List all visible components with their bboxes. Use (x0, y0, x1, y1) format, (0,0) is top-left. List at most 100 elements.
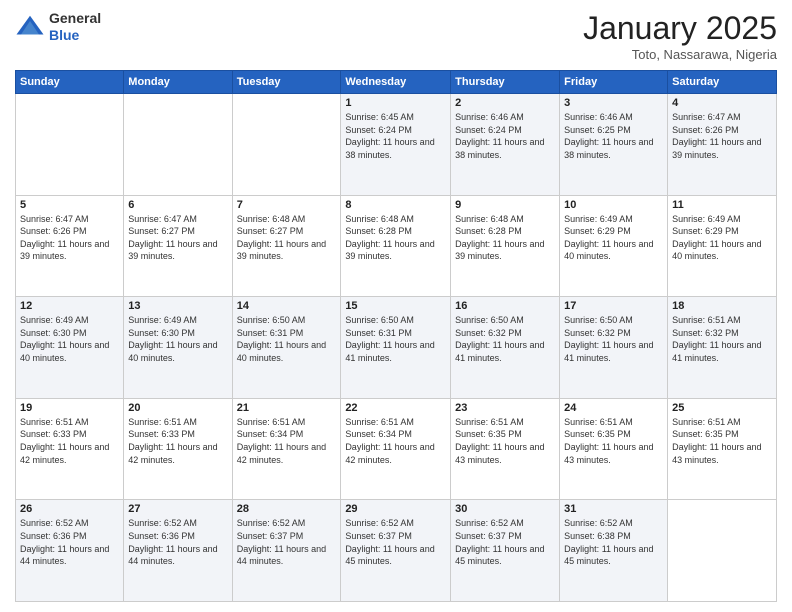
day-info: Sunrise: 6:50 AM Sunset: 6:32 PM Dayligh… (564, 314, 663, 364)
calendar-cell: 25 Sunrise: 6:51 AM Sunset: 6:35 PM Dayli… (668, 398, 777, 500)
logo-text: General Blue (49, 10, 101, 44)
day-number: 18 (672, 300, 772, 312)
calendar-cell: 28 Sunrise: 6:52 AM Sunset: 6:37 PM Dayli… (232, 500, 341, 602)
calendar-week-row: 12 Sunrise: 6:49 AM Sunset: 6:30 PM Dayli… (16, 297, 777, 399)
calendar-cell: 14 Sunrise: 6:50 AM Sunset: 6:31 PM Dayli… (232, 297, 341, 399)
calendar-cell: 11Sunrise: 6:49 AM Sunset: 6:29 PM Dayli… (668, 195, 777, 297)
calendar-cell: 2 Sunrise: 6:46 AM Sunset: 6:24 PM Daylig… (451, 94, 560, 196)
day-info: Sunrise: 6:49 AM Sunset: 6:29 PM Dayligh… (672, 213, 772, 263)
calendar-cell: 5 Sunrise: 6:47 AM Sunset: 6:26 PM Daylig… (16, 195, 124, 297)
day-number: 1 (345, 97, 446, 109)
header: General Blue January 2025 Toto, Nassaraw… (15, 10, 777, 62)
col-header-tuesday: Tuesday (232, 71, 341, 94)
day-info: Sunrise: 6:48 AM Sunset: 6:28 PM Dayligh… (345, 213, 446, 263)
day-number: 27 (128, 503, 227, 515)
calendar-cell: 18 Sunrise: 6:51 AM Sunset: 6:32 PM Dayli… (668, 297, 777, 399)
col-header-wednesday: Wednesday (341, 71, 451, 94)
day-number: 14 (237, 300, 337, 312)
calendar-cell: 29Sunrise: 6:52 AM Sunset: 6:37 PM Dayli… (341, 500, 451, 602)
calendar-cell: 23Sunrise: 6:51 AM Sunset: 6:35 PM Dayli… (451, 398, 560, 500)
day-info: Sunrise: 6:48 AM Sunset: 6:27 PM Dayligh… (237, 213, 337, 263)
day-info: Sunrise: 6:50 AM Sunset: 6:31 PM Dayligh… (345, 314, 446, 364)
logo-icon (15, 12, 45, 42)
title-block: January 2025 Toto, Nassarawa, Nigeria (583, 10, 777, 62)
day-number: 13 (128, 300, 227, 312)
calendar-cell: 6 Sunrise: 6:47 AM Sunset: 6:27 PM Daylig… (124, 195, 232, 297)
day-info: Sunrise: 6:51 AM Sunset: 6:34 PM Dayligh… (237, 416, 337, 466)
day-info: Sunrise: 6:49 AM Sunset: 6:29 PM Dayligh… (564, 213, 663, 263)
day-info: Sunrise: 6:45 AM Sunset: 6:24 PM Dayligh… (345, 111, 446, 161)
calendar-cell: 3Sunrise: 6:46 AM Sunset: 6:25 PM Daylig… (560, 94, 668, 196)
day-info: Sunrise: 6:49 AM Sunset: 6:30 PM Dayligh… (128, 314, 227, 364)
calendar-cell: 24 Sunrise: 6:51 AM Sunset: 6:35 PM Dayli… (560, 398, 668, 500)
day-number: 23 (455, 402, 555, 414)
day-number: 9 (455, 199, 555, 211)
day-number: 3 (564, 97, 663, 109)
day-info: Sunrise: 6:47 AM Sunset: 6:26 PM Dayligh… (20, 213, 119, 263)
logo: General Blue (15, 10, 101, 44)
day-info: Sunrise: 6:46 AM Sunset: 6:24 PM Dayligh… (455, 111, 555, 161)
col-header-saturday: Saturday (668, 71, 777, 94)
day-info: Sunrise: 6:47 AM Sunset: 6:27 PM Dayligh… (128, 213, 227, 263)
day-info: Sunrise: 6:51 AM Sunset: 6:35 PM Dayligh… (672, 416, 772, 466)
day-info: Sunrise: 6:52 AM Sunset: 6:37 PM Dayligh… (345, 517, 446, 567)
day-number: 2 (455, 97, 555, 109)
day-info: Sunrise: 6:51 AM Sunset: 6:32 PM Dayligh… (672, 314, 772, 364)
calendar-cell: 27 Sunrise: 6:52 AM Sunset: 6:36 PM Dayli… (124, 500, 232, 602)
day-number: 26 (20, 503, 119, 515)
calendar-cell: 12 Sunrise: 6:49 AM Sunset: 6:30 PM Dayli… (16, 297, 124, 399)
day-number: 4 (672, 97, 772, 109)
day-number: 20 (128, 402, 227, 414)
calendar-cell: 22 Sunrise: 6:51 AM Sunset: 6:34 PM Dayli… (341, 398, 451, 500)
calendar-cell: 7 Sunrise: 6:48 AM Sunset: 6:27 PM Daylig… (232, 195, 341, 297)
day-info: Sunrise: 6:49 AM Sunset: 6:30 PM Dayligh… (20, 314, 119, 364)
calendar-cell: 1 Sunrise: 6:45 AM Sunset: 6:24 PM Daylig… (341, 94, 451, 196)
calendar-cell: 4 Sunrise: 6:47 AM Sunset: 6:26 PM Daylig… (668, 94, 777, 196)
calendar-cell (668, 500, 777, 602)
day-number: 25 (672, 402, 772, 414)
day-number: 15 (345, 300, 446, 312)
col-header-friday: Friday (560, 71, 668, 94)
day-number: 16 (455, 300, 555, 312)
day-info: Sunrise: 6:47 AM Sunset: 6:26 PM Dayligh… (672, 111, 772, 161)
day-info: Sunrise: 6:52 AM Sunset: 6:37 PM Dayligh… (237, 517, 337, 567)
calendar-cell: 15 Sunrise: 6:50 AM Sunset: 6:31 PM Dayli… (341, 297, 451, 399)
day-info: Sunrise: 6:52 AM Sunset: 6:36 PM Dayligh… (128, 517, 227, 567)
calendar-cell: 31Sunrise: 6:52 AM Sunset: 6:38 PM Dayli… (560, 500, 668, 602)
calendar-cell: 20 Sunrise: 6:51 AM Sunset: 6:33 PM Dayli… (124, 398, 232, 500)
calendar-table: SundayMondayTuesdayWednesdayThursdayFrid… (15, 70, 777, 602)
logo-blue: Blue (49, 27, 79, 43)
day-info: Sunrise: 6:52 AM Sunset: 6:38 PM Dayligh… (564, 517, 663, 567)
day-number: 21 (237, 402, 337, 414)
day-number: 7 (237, 199, 337, 211)
logo-general: General (49, 10, 101, 26)
day-number: 17 (564, 300, 663, 312)
day-info: Sunrise: 6:51 AM Sunset: 6:34 PM Dayligh… (345, 416, 446, 466)
calendar-cell: 19 Sunrise: 6:51 AM Sunset: 6:33 PM Dayli… (16, 398, 124, 500)
day-info: Sunrise: 6:51 AM Sunset: 6:33 PM Dayligh… (20, 416, 119, 466)
day-number: 22 (345, 402, 446, 414)
day-number: 19 (20, 402, 119, 414)
calendar-week-row: 19 Sunrise: 6:51 AM Sunset: 6:33 PM Dayli… (16, 398, 777, 500)
day-number: 24 (564, 402, 663, 414)
calendar-cell: 26Sunrise: 6:52 AM Sunset: 6:36 PM Dayli… (16, 500, 124, 602)
calendar-cell: 30Sunrise: 6:52 AM Sunset: 6:37 PM Dayli… (451, 500, 560, 602)
day-info: Sunrise: 6:48 AM Sunset: 6:28 PM Dayligh… (455, 213, 555, 263)
col-header-thursday: Thursday (451, 71, 560, 94)
day-info: Sunrise: 6:50 AM Sunset: 6:31 PM Dayligh… (237, 314, 337, 364)
page: General Blue January 2025 Toto, Nassaraw… (0, 0, 792, 612)
day-number: 28 (237, 503, 337, 515)
calendar-week-row: 1 Sunrise: 6:45 AM Sunset: 6:24 PM Daylig… (16, 94, 777, 196)
day-number: 6 (128, 199, 227, 211)
day-number: 12 (20, 300, 119, 312)
day-info: Sunrise: 6:51 AM Sunset: 6:33 PM Dayligh… (128, 416, 227, 466)
day-number: 5 (20, 199, 119, 211)
calendar-cell (16, 94, 124, 196)
location-subtitle: Toto, Nassarawa, Nigeria (583, 47, 777, 62)
col-header-sunday: Sunday (16, 71, 124, 94)
calendar-cell (232, 94, 341, 196)
day-info: Sunrise: 6:51 AM Sunset: 6:35 PM Dayligh… (564, 416, 663, 466)
calendar-cell: 10Sunrise: 6:49 AM Sunset: 6:29 PM Dayli… (560, 195, 668, 297)
calendar-cell: 16Sunrise: 6:50 AM Sunset: 6:32 PM Dayli… (451, 297, 560, 399)
col-header-monday: Monday (124, 71, 232, 94)
